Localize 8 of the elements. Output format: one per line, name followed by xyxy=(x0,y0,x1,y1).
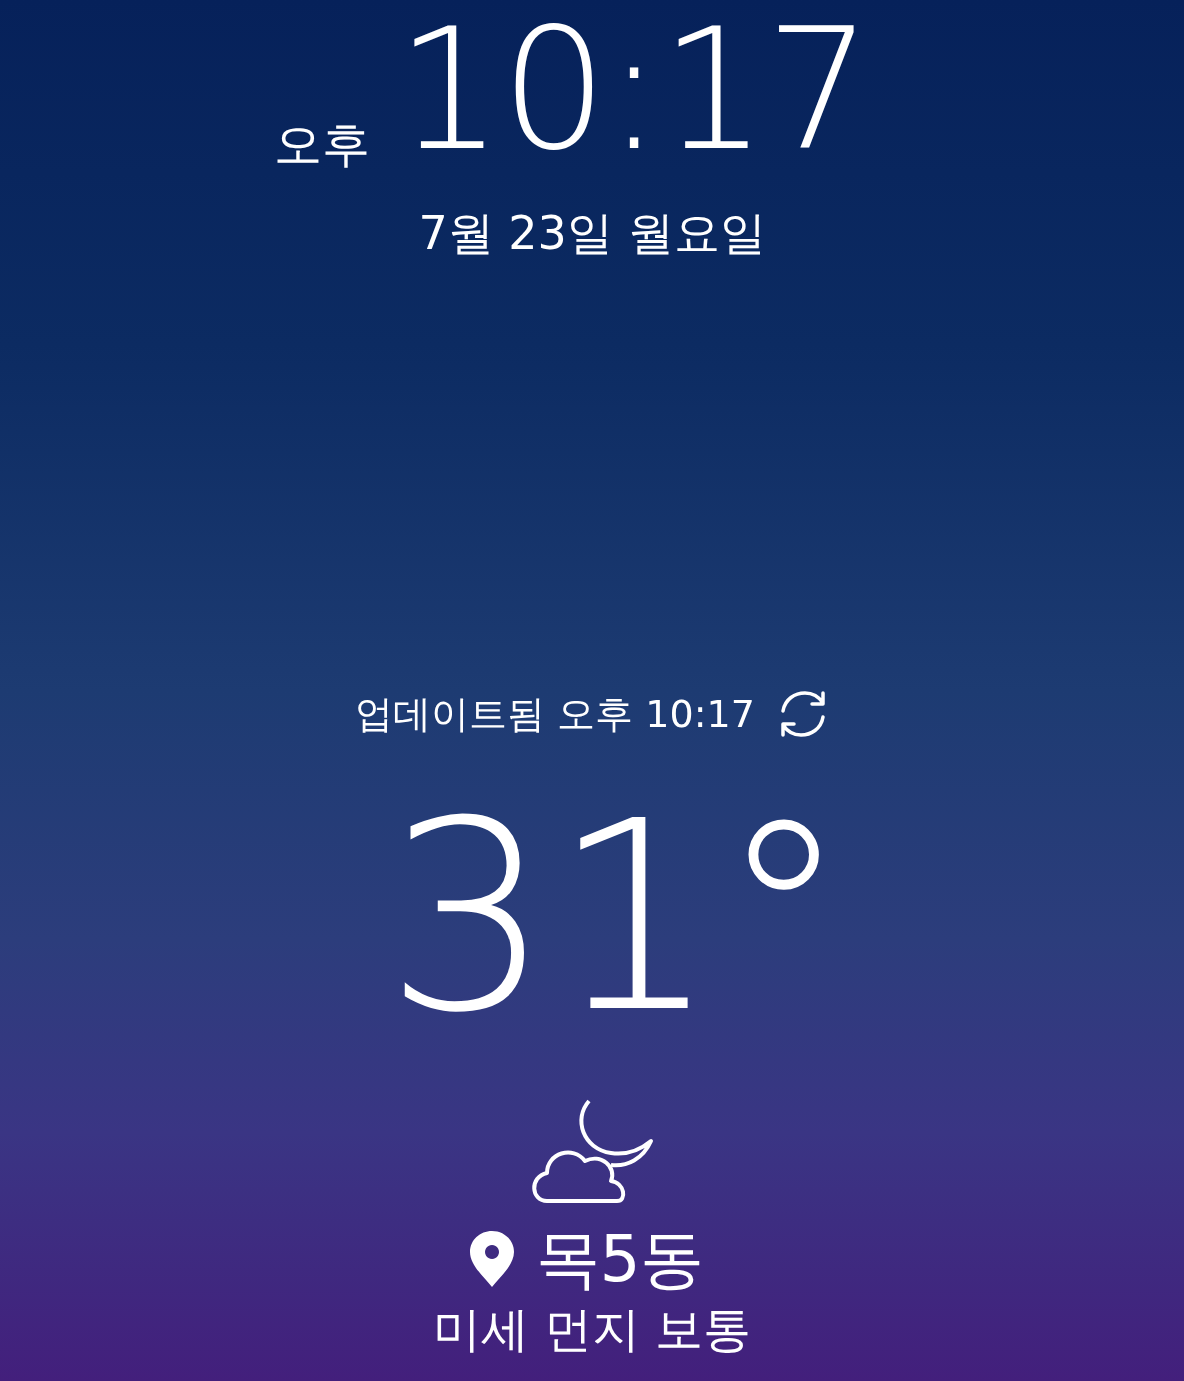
clock-period: 오후 xyxy=(273,120,370,168)
air-quality: 미세 먼지 보통 xyxy=(432,1304,752,1353)
location-pin-icon xyxy=(469,1230,514,1287)
location-name: 목5동 xyxy=(535,1226,705,1291)
temperature: 31° xyxy=(384,786,850,1049)
date-text: 7월 23일 월요일 xyxy=(418,208,766,259)
updated-time: 업데이트됨 오후 10:17 xyxy=(355,694,755,733)
clock-time: 10:17 xyxy=(395,6,871,174)
